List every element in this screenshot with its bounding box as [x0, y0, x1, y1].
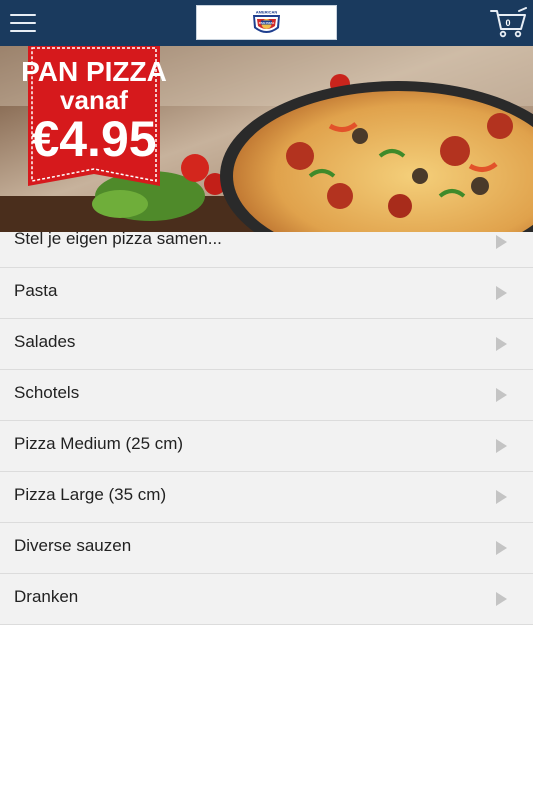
price-ribbon: PAN PIZZA vanaf €4.95 [21, 46, 167, 186]
chevron-right-icon [496, 592, 507, 606]
category-label: Dranken [14, 587, 79, 606]
category-label: Pizza Medium (25 cm) [14, 434, 184, 453]
category-label: Diverse sauzen [14, 536, 132, 555]
category-label: Schotels [14, 383, 80, 402]
chevron-right-icon [496, 337, 507, 351]
category-item-diverse-sauzen[interactable]: Diverse sauzen [0, 523, 533, 574]
category-item-pizza-large[interactable]: Pizza Large (35 cm) [0, 472, 533, 523]
category-item-dranken[interactable]: Dranken [0, 574, 533, 625]
shopping-cart-icon[interactable]: 0 [490, 7, 528, 39]
chevron-right-icon [496, 439, 507, 453]
category-item-pasta[interactable]: Pasta [0, 268, 533, 319]
cart-count-badge: 0 [505, 18, 511, 28]
top-navigation-bar: PAN PIZZA AMERICAN 0 [0, 0, 533, 46]
brand-logo[interactable]: PAN PIZZA AMERICAN [196, 5, 337, 40]
category-item-salades[interactable]: Salades [0, 319, 533, 370]
promo-banner[interactable]: PAN PIZZA vanaf €4.95 [0, 46, 533, 232]
chevron-right-icon [496, 490, 507, 504]
chevron-right-icon [496, 286, 507, 300]
category-item-pizza-medium[interactable]: Pizza Medium (25 cm) [0, 421, 533, 472]
chevron-right-icon [496, 541, 507, 555]
logo-top-text: AMERICAN [256, 10, 278, 15]
category-label: Stel je eigen pizza samen... [14, 229, 222, 248]
category-label: Salades [14, 332, 76, 351]
hamburger-menu-icon[interactable] [10, 12, 38, 34]
logo-main-text: PAN PIZZA [259, 21, 275, 25]
category-item-schotels[interactable]: Schotels [0, 370, 533, 421]
chevron-right-icon [496, 235, 507, 249]
chevron-right-icon [496, 388, 507, 402]
category-label: Pizza Large (35 cm) [14, 485, 167, 504]
category-label: Pasta [14, 281, 58, 300]
ribbon-line1: PAN PIZZA [21, 56, 167, 87]
pizza-banner-image: PAN PIZZA vanaf €4.95 [0, 46, 533, 232]
ribbon-price: €4.95 [31, 111, 156, 167]
category-list: Stel je eigen pizza samen... Pasta Salad… [0, 229, 533, 625]
logo-image: PAN PIZZA AMERICAN [253, 10, 280, 33]
category-item-build-your-own[interactable]: Stel je eigen pizza samen... [0, 229, 533, 268]
